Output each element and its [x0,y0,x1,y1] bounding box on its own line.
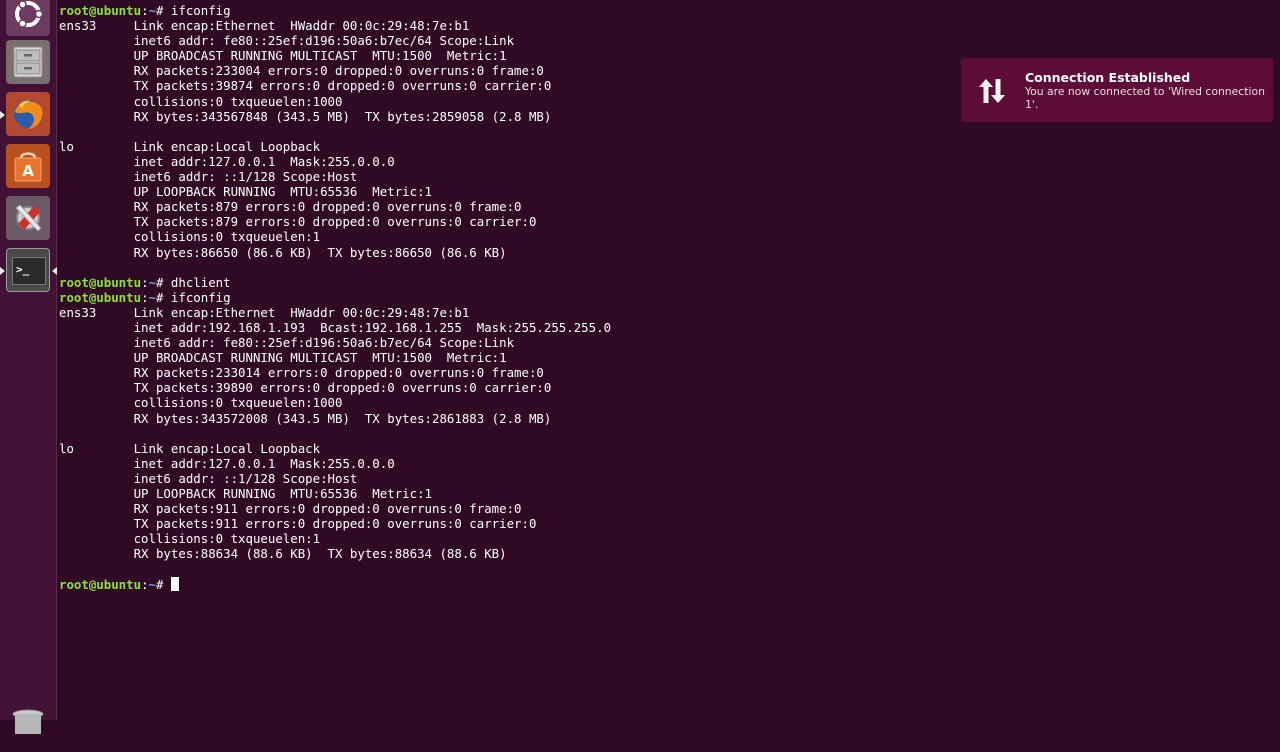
launcher-item-terminal[interactable]: >_ [6,248,50,292]
output-line: UP LOOPBACK RUNNING MTU:65536 Metric:1 [59,486,432,501]
terminal-icon: >_ [12,257,46,285]
output-line: UP BROADCAST RUNNING MULTICAST MTU:1500 … [59,48,507,64]
prompt-user: root@ubuntu [59,576,142,592]
output-line: RX packets:911 errors:0 dropped:0 overru… [59,501,522,517]
prompt-path: ~ [148,274,156,290]
prompt-path: ~ [148,576,156,592]
prompt-user: root@ubuntu [59,274,142,290]
output-line: inet addr:192.168.1.193 Bcast:192.168.1.… [59,319,612,335]
output-line: collisions:0 txqueuelen:1000 [59,93,343,109]
network-transfer-icon [979,79,1005,103]
shopping-bag-icon: A [14,152,42,182]
output-line: inet addr:127.0.0.1 Mask:255.0.0.0 [59,455,395,471]
output-line: RX packets:233014 errors:0 dropped:0 ove… [59,365,544,381]
output-line: inet6 addr: ::1/128 Scope:Host [59,169,358,185]
command-text: ifconfig [170,3,231,18]
ubuntu-logo-icon [15,0,44,28]
output-line: lo Link encap:Local Loopback [59,138,321,154]
output-line: collisions:0 txqueuelen:1000 [59,395,343,411]
command-text: ifconfig [170,289,231,305]
output-line: RX bytes:86650 (86.6 KB) TX bytes:86650 … [59,244,507,260]
prompt-line: root@ubuntu:~# ifconfig [59,3,231,18]
prompt-line: root@ubuntu:~# [59,576,611,592]
output-line: TX packets:39890 errors:0 dropped:0 over… [59,380,552,396]
prompt-user: root@ubuntu [59,3,142,18]
launcher-item-software-center[interactable]: A [6,144,50,188]
notification-title: Connection Established [1025,70,1191,85]
terminal-glyph: >_ [16,263,30,276]
launcher-item-files[interactable] [6,40,50,84]
output-line: lo Link encap:Local Loopback [59,440,321,456]
settings-tools-icon [15,204,42,232]
launcher-item-system-settings[interactable] [6,196,50,240]
output-line: TX packets:879 errors:0 dropped:0 overru… [59,214,537,230]
running-indicator [0,111,5,119]
launcher-item-firefox[interactable] [6,92,50,136]
output-line: inet6 addr: fe80::25ef:d196:50a6:b7ec/64… [59,33,515,49]
text-cursor[interactable] [170,576,179,591]
terminal-output: root@ubuntu:~# ifconfig ens33 Link encap:… [59,3,611,592]
svg-text:A: A [22,162,34,180]
prompt-line: root@ubuntu:~# dhclient [59,274,231,290]
output-line: TX packets:39874 errors:0 dropped:0 over… [59,78,552,94]
command-text: dhclient [170,274,231,290]
output-line: RX bytes:343572008 (343.5 MB) TX bytes:2… [59,410,552,426]
file-cabinet-icon [13,46,43,78]
output-line: RX bytes:88634 (88.6 KB) TX bytes:88634 … [59,546,507,562]
output-line: ens33 Link encap:Ethernet HWaddr 00:0c:2… [59,304,470,320]
output-line: RX packets:233004 errors:0 dropped:0 ove… [59,63,544,79]
output-line: ens33 Link encap:Ethernet HWaddr 00:0c:2… [59,18,470,34]
running-indicator [0,267,5,275]
firefox-icon [14,100,43,129]
launcher-item-dash[interactable] [6,0,50,36]
output-line: TX packets:911 errors:0 dropped:0 overru… [59,516,537,532]
output-line: RX packets:879 errors:0 dropped:0 overru… [59,199,522,215]
trash-icon [12,709,44,734]
output-line: UP BROADCAST RUNNING MULTICAST MTU:1500 … [59,350,507,366]
prompt-line: root@ubuntu:~# ifconfig [59,289,231,305]
prompt-path: ~ [148,3,156,18]
notification-bubble: Connection Established You are now conne… [961,58,1273,122]
prompt-user: root@ubuntu [59,289,142,305]
notification-body: You are now connected to 'Wired connecti… [1025,85,1265,111]
output-line: UP LOOPBACK RUNNING MTU:65536 Metric:1 [59,184,432,200]
prompt-path: ~ [148,289,156,305]
unity-launcher: A >_ [0,0,57,734]
output-line: inet addr:127.0.0.1 Mask:255.0.0.0 [59,153,395,169]
output-line: inet6 addr: ::1/128 Scope:Host [59,470,358,486]
output-line: inet6 addr: fe80::25ef:d196:50a6:b7ec/64… [59,335,515,351]
output-line: collisions:0 txqueuelen:1 [59,531,321,547]
output-line: collisions:0 txqueuelen:1 [59,229,321,245]
launcher-item-trash[interactable] [6,708,50,752]
output-line: RX bytes:343567848 (343.5 MB) TX bytes:2… [59,108,552,124]
